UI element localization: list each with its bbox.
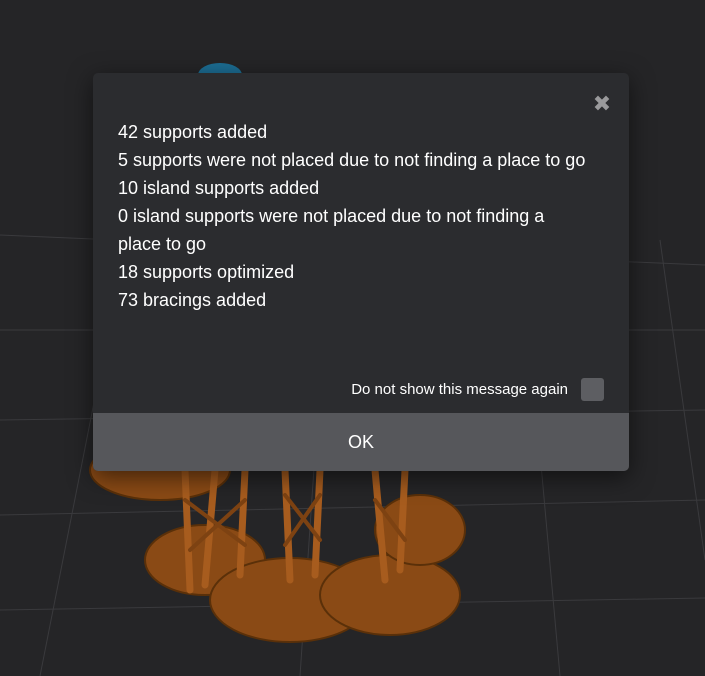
message-line: 42 supports added: [118, 122, 268, 142]
message-line: 5 supports were not placed due to not fi…: [118, 150, 586, 170]
dont-show-again-label: Do not show this message again: [351, 380, 568, 398]
message-line: 18 supports optimized: [118, 262, 295, 282]
message-line: 73 bracings added: [118, 290, 267, 310]
dont-show-again-option[interactable]: Do not show this message again: [351, 377, 604, 401]
message-line: 10 island supports added: [118, 178, 320, 198]
message-list: 42 supports added 5 supports were not pl…: [118, 118, 588, 314]
dont-show-again-checkbox[interactable]: [581, 377, 604, 401]
message-line: 0 island supports were not placed due to…: [118, 206, 545, 254]
support-report-dialog: ✖ 42 supports added 5 supports were not …: [93, 73, 629, 471]
ok-button[interactable]: OK: [93, 413, 629, 471]
close-icon[interactable]: ✖: [592, 93, 612, 115]
